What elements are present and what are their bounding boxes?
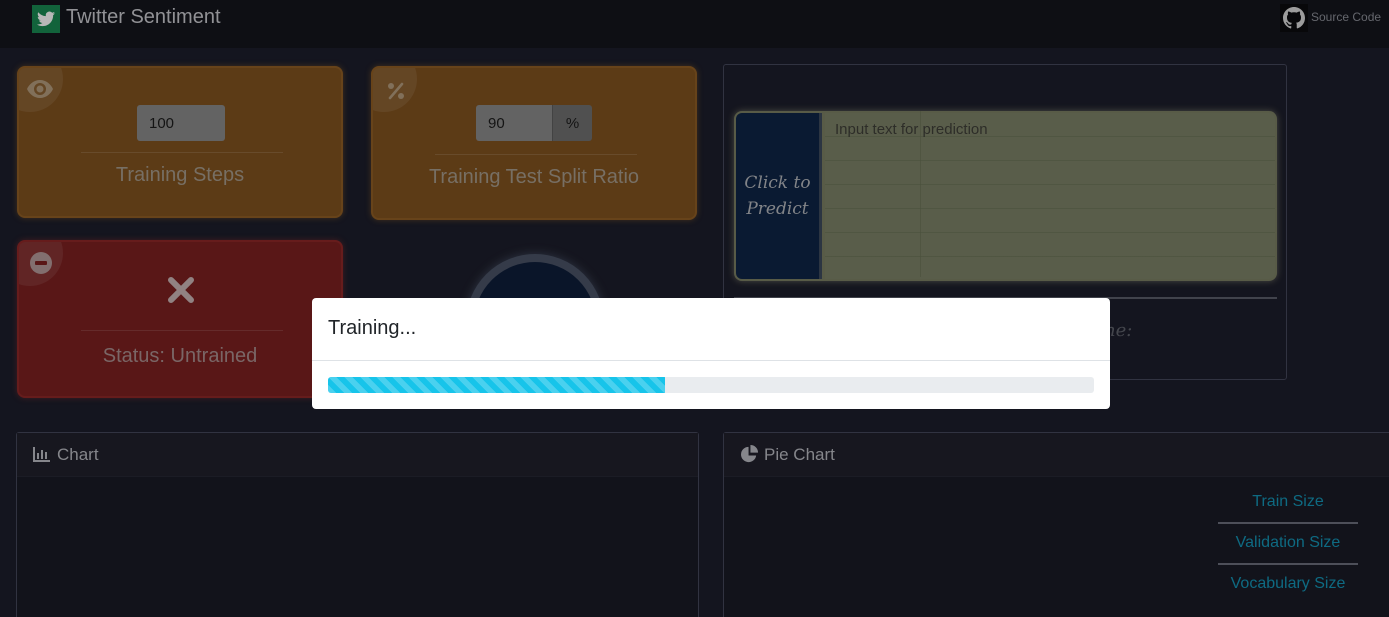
- divider: [312, 360, 1110, 361]
- training-modal: Training...: [312, 298, 1110, 409]
- modal-title: Training...: [328, 317, 417, 339]
- training-progress-fill: [328, 377, 666, 393]
- training-progress-bar: [328, 377, 1094, 393]
